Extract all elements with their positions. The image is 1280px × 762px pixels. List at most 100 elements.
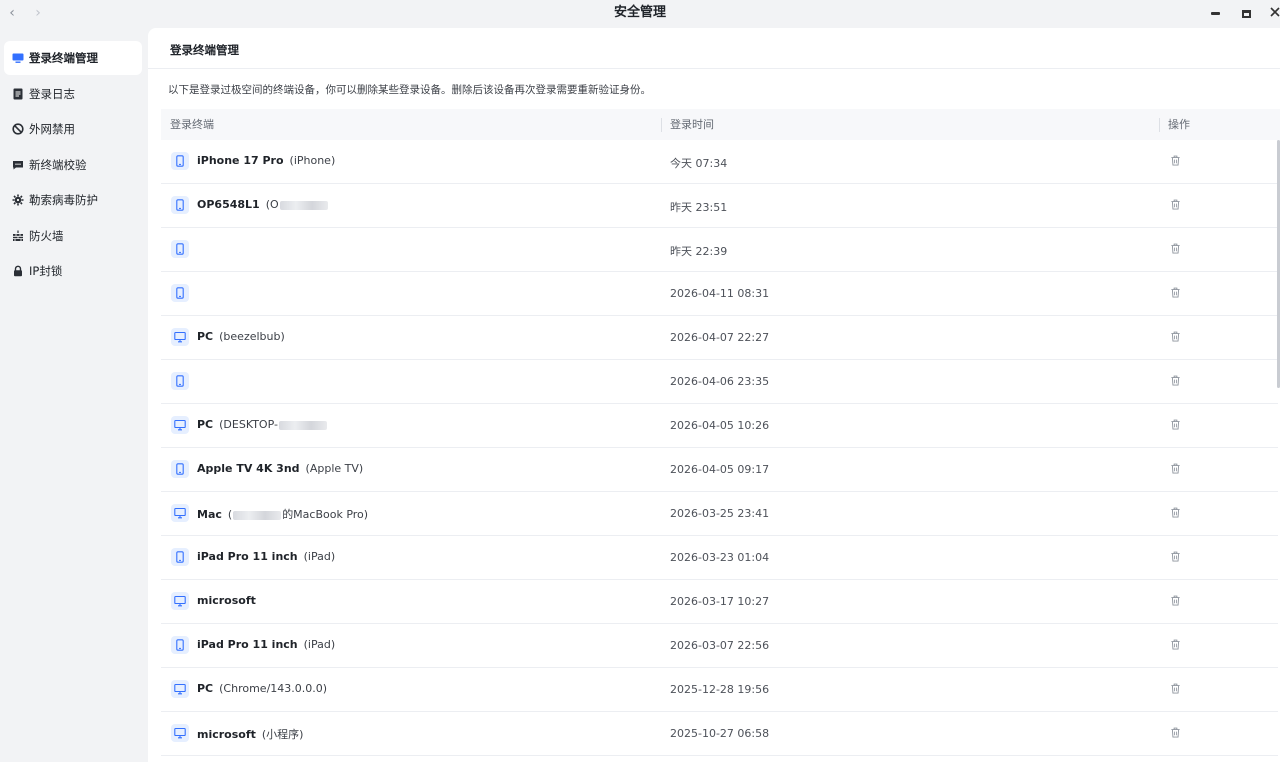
device-name-text: iPhone 17 Pro <box>197 154 284 167</box>
device-name: microsoft <box>197 594 256 607</box>
redacted-text <box>278 420 327 430</box>
table-row: 2026-04-06 23:35 <box>161 360 1278 404</box>
desktop-icon <box>171 724 189 742</box>
delete-icon[interactable] <box>1168 285 1182 299</box>
device-name: Mac ( 的MacBook Pro) <box>197 506 368 522</box>
login-time: 2025-10-27 06:58 <box>670 727 770 740</box>
monitor-icon <box>12 52 24 64</box>
phone-icon <box>171 460 189 478</box>
table-header: 登录终端 登录时间 操作 <box>161 109 1280 140</box>
sidebar-item-ransomware-protection[interactable]: 勒索病毒防护 <box>4 183 142 217</box>
device-name: iPad Pro 11 inch (iPad) <box>197 638 335 651</box>
page-title: 登录终端管理 <box>170 43 239 57</box>
table-row: 昨天 22:39 <box>161 228 1278 272</box>
column-divider[interactable] <box>1159 118 1160 132</box>
column-header-terminal: 登录终端 <box>170 118 214 131</box>
login-time: 2026-04-05 09:17 <box>670 463 770 476</box>
minimize-icon[interactable] <box>1204 3 1226 23</box>
login-time: 2026-03-07 22:56 <box>670 639 770 652</box>
login-time: 2025-12-28 19:56 <box>670 683 770 696</box>
delete-icon[interactable] <box>1168 329 1182 343</box>
device-name: PC (beezelbub) <box>197 330 285 343</box>
device-detail-prefix: (O <box>265 198 279 211</box>
device-name-text: microsoft <box>197 594 256 607</box>
device-name: iPad Pro 11 inch (iPad) <box>197 550 335 563</box>
phone-icon <box>171 196 189 214</box>
delete-icon[interactable] <box>1168 593 1182 607</box>
close-icon[interactable] <box>1264 3 1280 23</box>
message-icon <box>12 159 24 171</box>
phone-icon <box>171 284 189 302</box>
login-time: 2026-03-17 10:27 <box>670 595 770 608</box>
device-detail: (小程序) <box>261 728 304 741</box>
table-row: microsoft 2026-03-17 10:27 <box>161 580 1278 624</box>
device-detail: (iPhone) <box>289 154 336 167</box>
device-name: PC (DESKTOP- <box>197 418 328 431</box>
sidebar-item-label: 登录终端管理 <box>29 51 98 65</box>
device-detail: (iPad) <box>303 550 336 563</box>
desktop-icon <box>171 592 189 610</box>
device-name-text: iPad Pro 11 inch <box>197 638 298 651</box>
sidebar-item-firewall[interactable]: 防火墙 <box>4 219 142 253</box>
delete-icon[interactable] <box>1168 417 1182 431</box>
table-row: Apple TV 4K 3nd (Apple TV) 2026-04-05 09:1… <box>161 448 1278 492</box>
maximize-icon[interactable] <box>1235 3 1257 23</box>
device-detail: (O <box>266 198 329 211</box>
delete-icon[interactable] <box>1168 505 1182 519</box>
delete-icon[interactable] <box>1168 197 1182 211</box>
phone-icon <box>171 548 189 566</box>
delete-icon[interactable] <box>1168 153 1182 167</box>
sidebar-item-new-terminal-check[interactable]: 新终端校验 <box>4 148 142 182</box>
device-name-text: OP6548L1 <box>197 198 260 211</box>
login-time: 2026-03-25 23:41 <box>670 507 770 520</box>
sidebar-item-label: 新终端校验 <box>29 158 87 172</box>
desktop-icon <box>171 504 189 522</box>
delete-icon[interactable] <box>1168 725 1182 739</box>
device-detail: (DESKTOP- <box>219 418 328 431</box>
document-icon <box>12 88 24 100</box>
sidebar-item-label: 登录日志 <box>29 87 75 101</box>
delete-icon[interactable] <box>1168 549 1182 563</box>
column-header-time: 登录时间 <box>670 118 714 131</box>
login-time: 2026-04-06 23:35 <box>670 375 770 388</box>
sidebar-item-login-log[interactable]: 登录日志 <box>4 77 142 111</box>
delete-icon[interactable] <box>1168 637 1182 651</box>
phone-icon <box>171 240 189 258</box>
table-row: iPhone 17 Pro (iPhone) 今天 07:34 <box>161 140 1278 184</box>
page-description: 以下是登录过极空间的终端设备，你可以删除某些登录设备。删除后该设备再次登录需要重… <box>168 84 651 96</box>
login-time: 2026-04-07 22:27 <box>670 331 770 344</box>
device-detail: (Chrome/143.0.0.0) <box>219 682 328 695</box>
device-table: iPhone 17 Pro (iPhone) 今天 07:34 OP6548L1 (O 昨… <box>161 140 1278 756</box>
device-detail: (Apple TV) <box>305 462 364 475</box>
login-time: 昨天 23:51 <box>670 201 728 214</box>
phone-icon <box>171 152 189 170</box>
desktop-icon <box>171 680 189 698</box>
device-detail: ( 的MacBook Pro) <box>228 508 368 521</box>
phone-icon <box>171 372 189 390</box>
sidebar-item-external-ban[interactable]: 外网禁用 <box>4 112 142 146</box>
table-row: iPad Pro 11 inch (iPad) 2026-03-07 22:56 <box>161 624 1278 668</box>
desktop-icon <box>171 328 189 346</box>
delete-icon[interactable] <box>1168 681 1182 695</box>
sidebar-item-terminal-management[interactable]: 登录终端管理 <box>4 41 142 75</box>
login-time: 2026-04-05 10:26 <box>670 419 770 432</box>
main-panel: 登录终端管理 以下是登录过极空间的终端设备，你可以删除某些登录设备。删除后该设备… <box>148 28 1280 762</box>
device-name-text: microsoft <box>197 728 256 741</box>
delete-icon[interactable] <box>1168 461 1182 475</box>
device-detail-suffix: 的MacBook Pro) <box>282 508 369 521</box>
column-header-action: 操作 <box>1168 118 1190 131</box>
table-row: PC (Chrome/143.0.0.0) 2025-12-28 19:56 <box>161 668 1278 712</box>
device-name-text: PC <box>197 682 214 695</box>
table-row: microsoft (小程序) 2025-10-27 06:58 <box>161 712 1278 756</box>
delete-icon[interactable] <box>1168 241 1182 255</box>
device-detail: (iPad) <box>303 638 336 651</box>
device-name: PC (Chrome/143.0.0.0) <box>197 682 327 695</box>
device-name: Apple TV 4K 3nd (Apple TV) <box>197 462 363 475</box>
panel-header: 登录终端管理 <box>148 28 1280 69</box>
sidebar-item-ip-block[interactable]: IP封锁 <box>4 254 142 288</box>
login-time: 今天 07:34 <box>670 157 728 170</box>
device-name-text: Mac <box>197 508 222 521</box>
column-divider[interactable] <box>661 118 662 132</box>
device-detail-prefix: ( <box>227 508 233 521</box>
delete-icon[interactable] <box>1168 373 1182 387</box>
